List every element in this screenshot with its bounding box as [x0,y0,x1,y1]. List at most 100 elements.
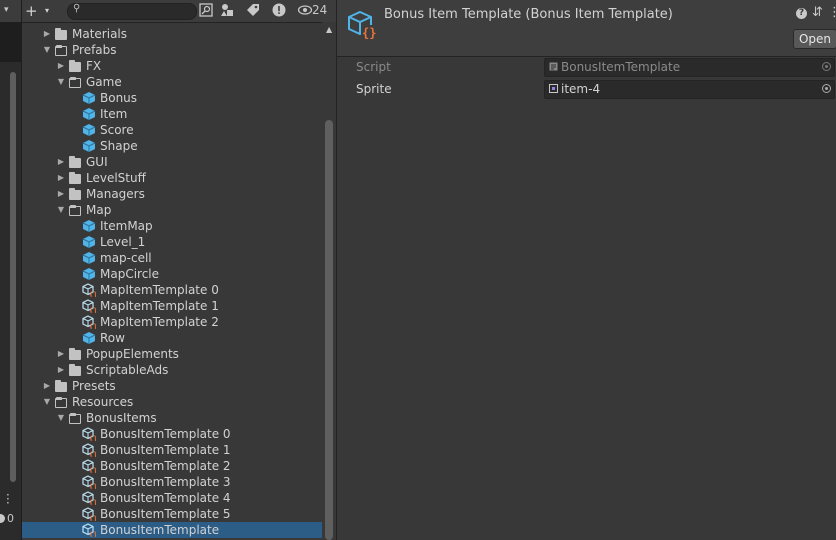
prefab-icon [82,220,96,232]
tree-asset-row[interactable]: {} BonusItemTemplate [22,522,322,538]
object-picker-icon [822,62,831,71]
more-options-icon[interactable]: ⋮ [828,5,836,20]
tree-folder-row[interactable]: ▶ Materials [22,26,322,42]
add-asset-button[interactable]: + ▾ [25,3,61,19]
tree-folder-row[interactable]: ▶ FX [22,58,322,74]
folder-icon [69,364,81,376]
tree-item-label: BonusItemTemplate 5 [100,507,231,521]
property-label: Script [356,60,391,74]
prefab-icon [82,140,96,152]
search-icon: ⚲ [73,3,81,14]
tree-asset-row[interactable]: Item [22,106,322,122]
folder-open-icon [55,45,67,56]
tree-asset-row[interactable]: Shape [22,138,322,154]
tree-item-label: Managers [86,187,145,201]
tree-asset-row[interactable]: {} MapItemTemplate 2 [22,314,322,330]
log-filter-icon[interactable] [271,3,287,19]
tree-item-label: BonusItemTemplate 4 [100,491,231,505]
dropdown-icon[interactable]: ▾ [4,5,9,15]
folder-icon [69,188,81,200]
left-panel-strip: ▾ · · · 0 [0,0,22,540]
tree-asset-row[interactable]: map-cell [22,250,322,266]
tree-folder-row[interactable]: ▶ Managers [22,186,322,202]
tree-folder-row[interactable]: ▼ Map [22,202,322,218]
tree-asset-row[interactable]: {} BonusItemTemplate 0 [22,426,322,442]
chevron-right-icon[interactable]: ▶ [56,58,66,74]
tree-asset-row[interactable]: {} MapItemTemplate 1 [22,298,322,314]
chevron-down-icon[interactable]: ▼ [56,410,66,426]
tree-item-label: Map [86,203,112,217]
tree-asset-row[interactable]: {} BonusItemTemplate 2 [22,458,322,474]
inspector-header: {} Bonus Item Template (Bonus Item Templ… [337,0,836,57]
console-counter: 0 [0,512,14,525]
chevron-down-icon[interactable]: ▼ [56,202,66,218]
tree-folder-row[interactable]: ▼ Game [22,74,322,90]
sliders-icon[interactable]: ⇵ [812,5,823,20]
tree-asset-row[interactable]: {} MapItemTemplate 0 [22,282,322,298]
tree-asset-row[interactable]: {} BonusItemTemplate 5 [22,506,322,522]
tree-asset-row[interactable]: MapCircle [22,266,322,282]
tree-item-label: ItemMap [100,219,153,233]
tree-folder-row[interactable]: ▶ Presets [22,378,322,394]
search-input[interactable]: ⚲ [67,3,197,20]
tree-asset-row[interactable]: Bonus [22,90,322,106]
folder-icon [69,156,81,168]
folder-icon [55,380,67,392]
tree-asset-row[interactable]: Level_1 [22,234,322,250]
scriptable-object-icon: {} [82,427,96,441]
object-picker-icon[interactable] [822,84,831,93]
chevron-right-icon[interactable]: ▶ [56,186,66,202]
prefab-icon [82,252,96,264]
chevron-down-icon[interactable]: ▼ [42,394,52,410]
chevron-right-icon[interactable]: ▶ [56,362,66,378]
tree-asset-row[interactable]: {} BonusItemTemplate 4 [22,490,322,506]
hidden-count: 24 [312,3,328,17]
svg-text:{}: {} [89,291,96,297]
log-icon [0,514,5,523]
folder-open-icon [69,77,81,88]
tree-asset-row[interactable]: Row [22,330,322,346]
kebab-menu-icon[interactable]: · · · [6,489,10,509]
svg-text:{}: {} [89,515,96,521]
tree-item-label: BonusItemTemplate 2 [100,459,231,473]
tree-item-label: BonusItemTemplate 1 [100,443,231,457]
scriptable-object-icon: {} [82,507,96,521]
tree-scrollbar-thumb[interactable] [325,120,333,540]
property-label: Sprite [356,82,392,96]
open-button[interactable]: Open [793,29,836,49]
chevron-right-icon[interactable]: ▶ [42,378,52,394]
scroll-up-icon[interactable]: ▲ [326,25,332,34]
filter-by-type-icon[interactable] [219,3,235,19]
tree-folder-row[interactable]: ▼ Resources [22,394,322,410]
search-by-type-icon[interactable] [198,3,214,19]
prefab-icon [82,332,96,344]
tree-folder-row[interactable]: ▼ Prefabs [22,42,322,58]
left-panel-scrollbar[interactable] [10,72,16,482]
hidden-packages-toggle[interactable]: 24 [297,3,328,17]
tree-folder-row[interactable]: ▶ ScriptableAds [22,362,322,378]
tree-asset-row[interactable]: {} BonusItemTemplate 1 [22,442,322,458]
chevron-right-icon[interactable]: ▶ [56,170,66,186]
tree-folder-row[interactable]: ▶ LevelStuff [22,170,322,186]
chevron-down-icon[interactable]: ▼ [42,42,52,58]
chevron-right-icon[interactable]: ▶ [56,154,66,170]
prefab-icon [82,92,96,104]
tree-item-label: Prefabs [72,43,117,57]
filter-by-label-icon[interactable] [245,3,261,19]
help-icon[interactable]: ? [796,8,807,19]
tree-item-label: MapItemTemplate 2 [100,315,219,329]
tree-asset-row[interactable]: Score [22,122,322,138]
tree-folder-row[interactable]: ▶ GUI [22,154,322,170]
sprite-field[interactable]: item-4 [544,80,835,99]
tree-asset-row[interactable]: {} BonusItemTemplate 3 [22,474,322,490]
tree-folder-row[interactable]: ▶ PopupElements [22,346,322,362]
chevron-right-icon[interactable]: ▶ [56,346,66,362]
chevron-down-icon[interactable]: ▼ [56,74,66,90]
chevron-right-icon[interactable]: ▶ [42,26,52,42]
project-panel: + ▾ ⚲ 24 ▶ Materials ▼ Prefabs ▶ FX ▼ Game Bonus… [22,0,336,540]
svg-text:{}: {} [89,435,96,441]
tree-asset-row[interactable]: ItemMap [22,218,322,234]
tree-folder-row[interactable]: ▼ BonusItems [22,410,322,426]
script-icon [549,62,558,71]
prefab-icon [82,108,96,120]
